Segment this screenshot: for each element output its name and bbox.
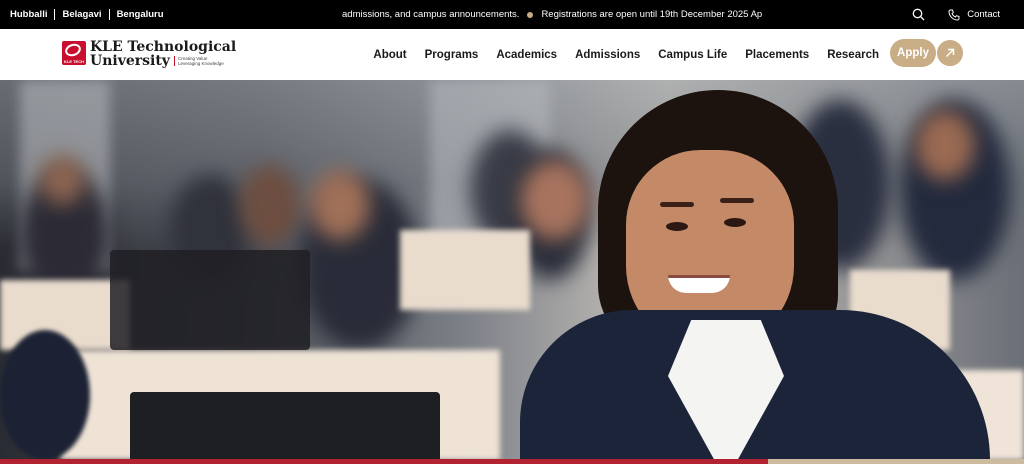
student-photo bbox=[520, 80, 990, 459]
ticker-message[interactable]: admissions, and campus announcements. bbox=[342, 9, 519, 20]
ticker-dot-icon bbox=[527, 11, 534, 18]
announcement-ticker: admissions, and campus announcements. Re… bbox=[342, 0, 762, 29]
logo-line-2: University bbox=[90, 53, 170, 69]
main-nav: About Programs Academics Admissions Camp… bbox=[373, 29, 879, 80]
campus-link-belagavi[interactable]: Belagavi bbox=[55, 9, 110, 20]
logo-mark: KLE TECH bbox=[62, 41, 86, 65]
nav-item-research[interactable]: Research bbox=[827, 49, 879, 61]
hero-slide-progress bbox=[0, 459, 1024, 464]
phone-icon bbox=[947, 8, 961, 22]
nav-item-campus-life[interactable]: Campus Life bbox=[658, 49, 727, 61]
ticker-message[interactable]: Registrations are open until 19th Decemb… bbox=[541, 9, 762, 20]
top-bar: Hubballi Belagavi Bengaluru admissions, … bbox=[0, 0, 1024, 29]
top-utility: Contact bbox=[911, 0, 1000, 29]
university-logo[interactable]: KLE TECH KLE Technological University Cr… bbox=[62, 40, 236, 69]
nav-item-placements[interactable]: Placements bbox=[745, 49, 809, 61]
campus-link-bengaluru[interactable]: Bengaluru bbox=[110, 9, 171, 20]
logo-tagline: Creating Value Leveraging Knowledge bbox=[173, 56, 224, 66]
search-icon[interactable] bbox=[911, 8, 925, 22]
contact-link[interactable]: Contact bbox=[947, 8, 1000, 22]
arrow-up-right-icon[interactable] bbox=[936, 39, 964, 67]
hero-slide-progress-fill bbox=[0, 459, 768, 464]
nav-item-about[interactable]: About bbox=[373, 49, 406, 61]
logo-text: KLE Technological University Creating Va… bbox=[90, 40, 236, 69]
nav-item-programs[interactable]: Programs bbox=[425, 49, 479, 61]
campus-link-hubballi[interactable]: Hubballi bbox=[10, 9, 56, 20]
apply-button[interactable]: Apply bbox=[890, 39, 936, 67]
campus-links: Hubballi Belagavi Bengaluru bbox=[10, 0, 171, 29]
nav-item-admissions[interactable]: Admissions bbox=[575, 49, 640, 61]
nav-item-academics[interactable]: Academics bbox=[496, 49, 557, 61]
contact-label: Contact bbox=[967, 9, 1000, 20]
hero-image bbox=[0, 80, 1024, 459]
main-header: KLE TECH KLE Technological University Cr… bbox=[0, 29, 1024, 80]
